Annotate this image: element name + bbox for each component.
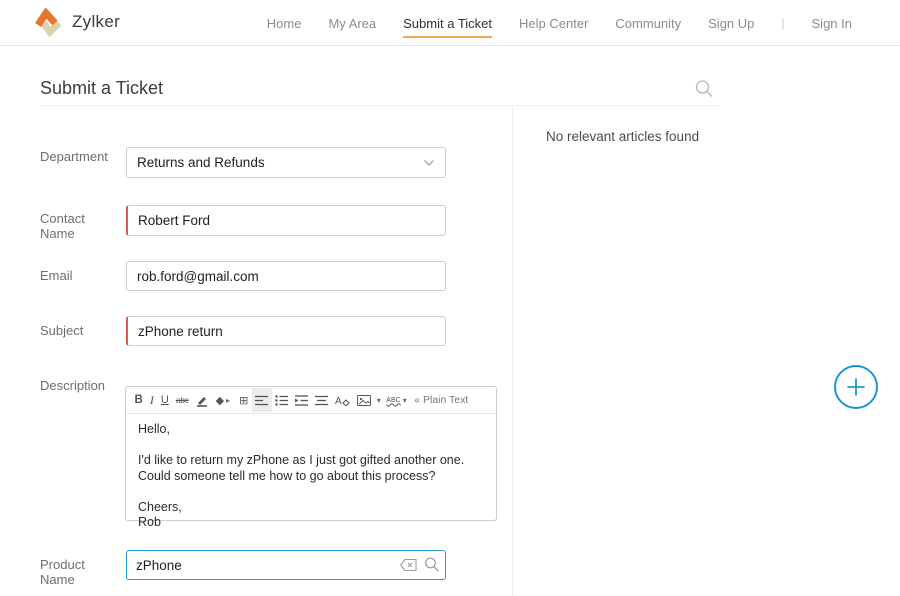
underline-icon[interactable]: U	[157, 388, 172, 412]
panel-divider	[512, 105, 513, 596]
description-label: Description	[40, 378, 118, 393]
more-tools-caret-icon[interactable]: ▾	[375, 388, 383, 412]
zylker-logo-icon[interactable]	[33, 8, 63, 38]
nav-help-center[interactable]: Help Center	[519, 0, 588, 46]
clear-input-icon[interactable]	[397, 551, 419, 579]
italic-icon[interactable]: I	[146, 388, 157, 412]
bold-icon[interactable]: B	[131, 388, 146, 412]
description-editor: B I U abc ◆▸ ⊞ A	[125, 386, 497, 521]
department-selected-value: Returns and Refunds	[137, 155, 423, 170]
highlight-color-icon[interactable]: ◆▸	[212, 388, 235, 412]
brand-name[interactable]: Zylker	[72, 12, 120, 32]
plain-text-toggle[interactable]: « Plain Text	[412, 394, 468, 406]
description-line: I'd like to return my zPhone as I just g…	[138, 453, 484, 469]
nav-community[interactable]: Community	[615, 0, 681, 46]
description-line: Cheers,	[138, 500, 484, 516]
top-navbar: Zylker Home My Area Submit a Ticket Help…	[0, 0, 900, 46]
search-icon[interactable]	[694, 79, 714, 99]
bullet-list-icon[interactable]	[272, 388, 292, 412]
align-left-icon[interactable]	[252, 388, 272, 412]
product-name-label: Product Name	[40, 557, 118, 587]
product-search-icon[interactable]	[419, 551, 445, 579]
department-label: Department	[40, 149, 118, 164]
description-editor-content[interactable]: Hello, I'd like to return my zPhone as I…	[126, 414, 496, 539]
nav-my-area[interactable]: My Area	[328, 0, 376, 46]
nav-home[interactable]: Home	[267, 0, 302, 46]
nav-sign-in[interactable]: Sign In	[812, 0, 852, 46]
strikethrough-icon[interactable]: abc	[172, 388, 192, 412]
svg-text:A: A	[335, 396, 342, 406]
product-name-input[interactable]	[127, 551, 397, 579]
plus-icon	[846, 377, 866, 397]
contact-name-input[interactable]	[126, 205, 446, 236]
main-nav: Home My Area Submit a Ticket Help Center…	[267, 0, 852, 46]
font-color-icon[interactable]	[192, 388, 212, 412]
remove-format-icon[interactable]: A	[332, 388, 354, 412]
description-line: Rob	[138, 515, 484, 531]
chevron-down-icon	[423, 159, 435, 167]
add-button[interactable]	[834, 365, 878, 409]
no-articles-message: No relevant articles found	[546, 129, 699, 144]
line-spacing-icon[interactable]	[312, 388, 332, 412]
insert-image-icon[interactable]	[354, 388, 375, 412]
nav-separator: |	[781, 16, 784, 30]
title-divider	[40, 105, 720, 106]
subject-label: Subject	[40, 323, 118, 338]
email-label: Email	[40, 268, 118, 283]
spellcheck-icon[interactable]: ABC▾	[383, 388, 412, 412]
department-select[interactable]: Returns and Refunds	[126, 147, 446, 178]
description-line: Could someone tell me how to go about th…	[138, 469, 484, 485]
description-line: Hello,	[138, 422, 484, 438]
email-input[interactable]	[126, 261, 446, 291]
product-name-field	[126, 550, 446, 580]
nav-submit-a-ticket[interactable]: Submit a Ticket	[403, 0, 492, 46]
nav-sign-up[interactable]: Sign Up	[708, 0, 754, 46]
indent-icon[interactable]	[292, 388, 312, 412]
subject-input[interactable]	[126, 316, 446, 346]
description-line	[138, 484, 484, 500]
insert-table-icon[interactable]: ⊞	[236, 388, 252, 412]
description-line	[138, 438, 484, 454]
contact-name-label: Contact Name	[40, 211, 118, 241]
submit-ticket-page: Zylker Home My Area Submit a Ticket Help…	[0, 0, 900, 596]
page-title: Submit a Ticket	[40, 78, 163, 99]
editor-toolbar: B I U abc ◆▸ ⊞ A	[126, 387, 496, 414]
